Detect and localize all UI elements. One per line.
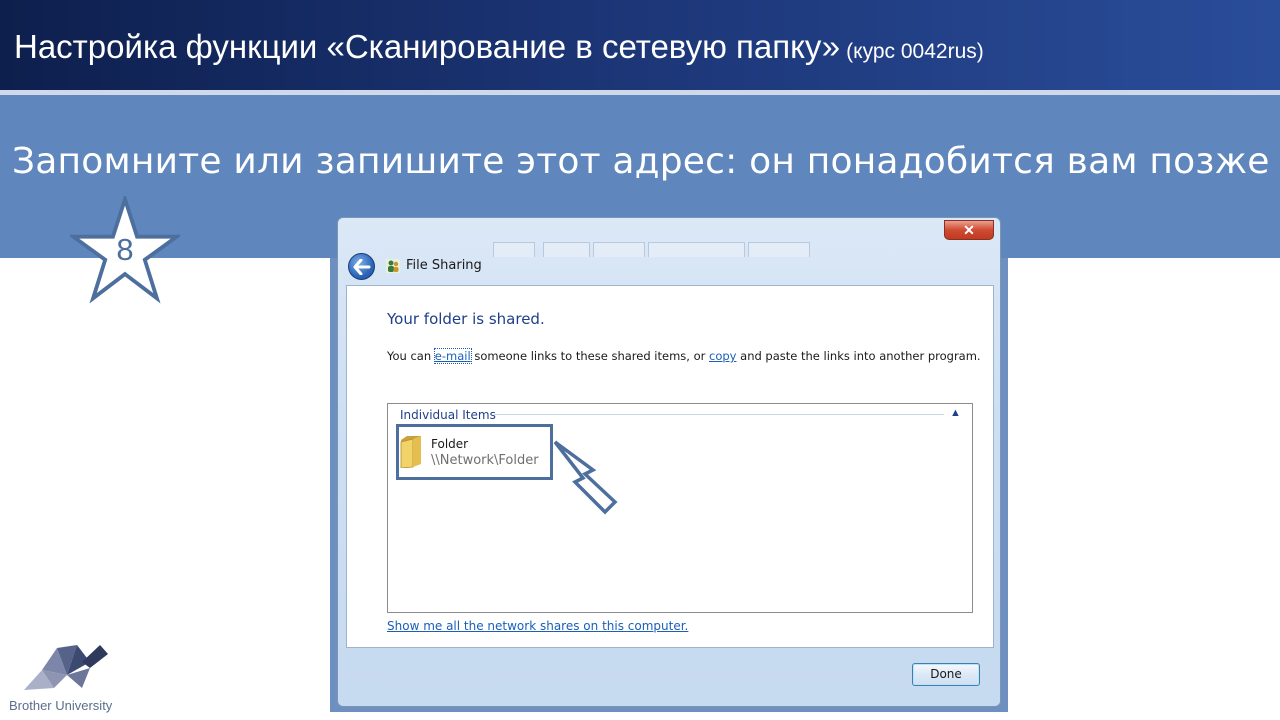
dialog-title: File Sharing [406, 258, 482, 273]
slide-subtitle: (курс 0042rus) [846, 40, 984, 63]
done-button[interactable]: Done [912, 663, 980, 686]
group-label: Individual Items [400, 408, 496, 422]
folder-icon [400, 436, 421, 468]
slide-header: Настройка функции «Сканирование в сетеву… [0, 0, 1280, 90]
brother-university-logo-icon [24, 645, 108, 690]
copy-link[interactable]: copy [709, 349, 736, 363]
dialog-content: Your folder is shared. You can e-mail so… [346, 285, 994, 648]
slide-title: Настройка функции «Сканирование в сетеву… [14, 28, 984, 66]
shared-items-list: Individual Items ▲ Folder \\Network\Fold… [387, 403, 973, 613]
background-tab [493, 242, 535, 257]
background-tab [543, 242, 590, 257]
show-network-shares-link[interactable]: Show me all the network shares on this c… [387, 619, 688, 633]
folder-path: \\Network\Folder [431, 453, 539, 468]
background-tab [593, 242, 645, 257]
desc-middle: someone links to these shared items, or [474, 349, 706, 363]
people-share-icon [386, 259, 400, 273]
step-number: 8 [116, 232, 134, 267]
desc-suffix: and paste the links into another program… [740, 349, 981, 363]
logo-text: Brother University [9, 698, 113, 713]
share-description: You can e-mail someone links to these sh… [387, 348, 981, 364]
file-sharing-dialog: ✕ File Sharing Your folder is shared. Yo… [337, 217, 1001, 707]
close-button[interactable]: ✕ [944, 220, 994, 240]
chevron-up-icon[interactable]: ▲ [950, 407, 961, 419]
pointer-arrow-icon [553, 440, 618, 515]
email-link[interactable]: e-mail [433, 348, 472, 364]
slide-title-text: Настройка функции «Сканирование в сетеву… [14, 28, 841, 65]
group-divider [494, 414, 944, 415]
desc-prefix: You can [387, 349, 432, 363]
background-tab [648, 242, 745, 257]
back-arrow-icon[interactable] [348, 253, 375, 280]
shared-heading: Your folder is shared. [387, 310, 545, 328]
instruction-text: Запомните или запишите этот адрес: он по… [12, 141, 1270, 182]
folder-name: Folder [431, 437, 469, 451]
background-tab [748, 242, 810, 257]
